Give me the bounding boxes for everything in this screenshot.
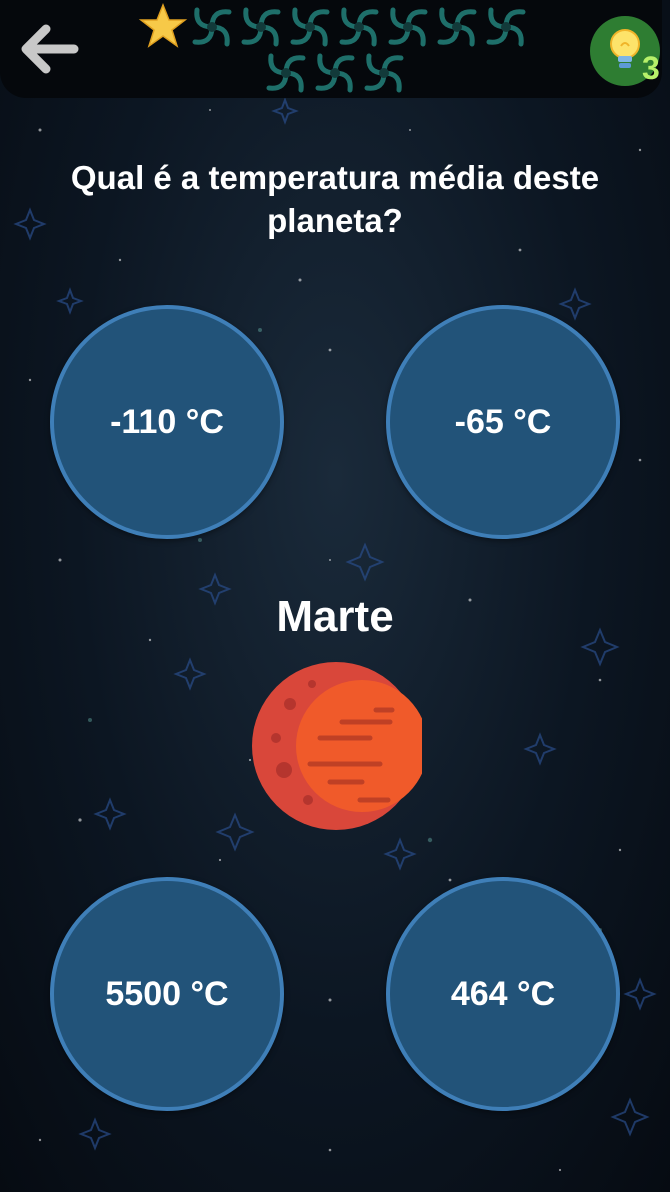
star-icon <box>138 2 188 48</box>
galaxy-icon <box>486 7 526 47</box>
answer-button-3[interactable]: 5500 °C <box>50 877 284 1111</box>
galaxy-icon <box>241 7 281 47</box>
back-button[interactable] <box>12 18 84 80</box>
galaxy-icon <box>315 53 355 93</box>
question-text: Qual é a temperatura média deste planeta… <box>70 159 600 239</box>
back-arrow-icon <box>21 24 79 74</box>
galaxy-icon <box>437 7 477 47</box>
level-progress <box>138 0 538 98</box>
answer-button-2[interactable]: -65 °C <box>386 305 620 539</box>
answer-button-1[interactable]: -110 °C <box>50 305 284 539</box>
galaxy-icon <box>364 53 404 93</box>
planet-name: Marte <box>276 592 394 641</box>
mars-planet-icon <box>252 662 422 830</box>
galaxy-icon <box>339 7 379 47</box>
galaxy-icon <box>192 7 232 47</box>
hint-count: 3 <box>642 50 660 86</box>
galaxy-icon <box>266 53 306 93</box>
galaxy-icon <box>388 7 428 47</box>
galaxy-icon <box>290 7 330 47</box>
hint-button[interactable]: 3 <box>590 16 660 86</box>
top-bar: 3 <box>0 0 662 98</box>
answer-button-4[interactable]: 464 °C <box>386 877 620 1111</box>
